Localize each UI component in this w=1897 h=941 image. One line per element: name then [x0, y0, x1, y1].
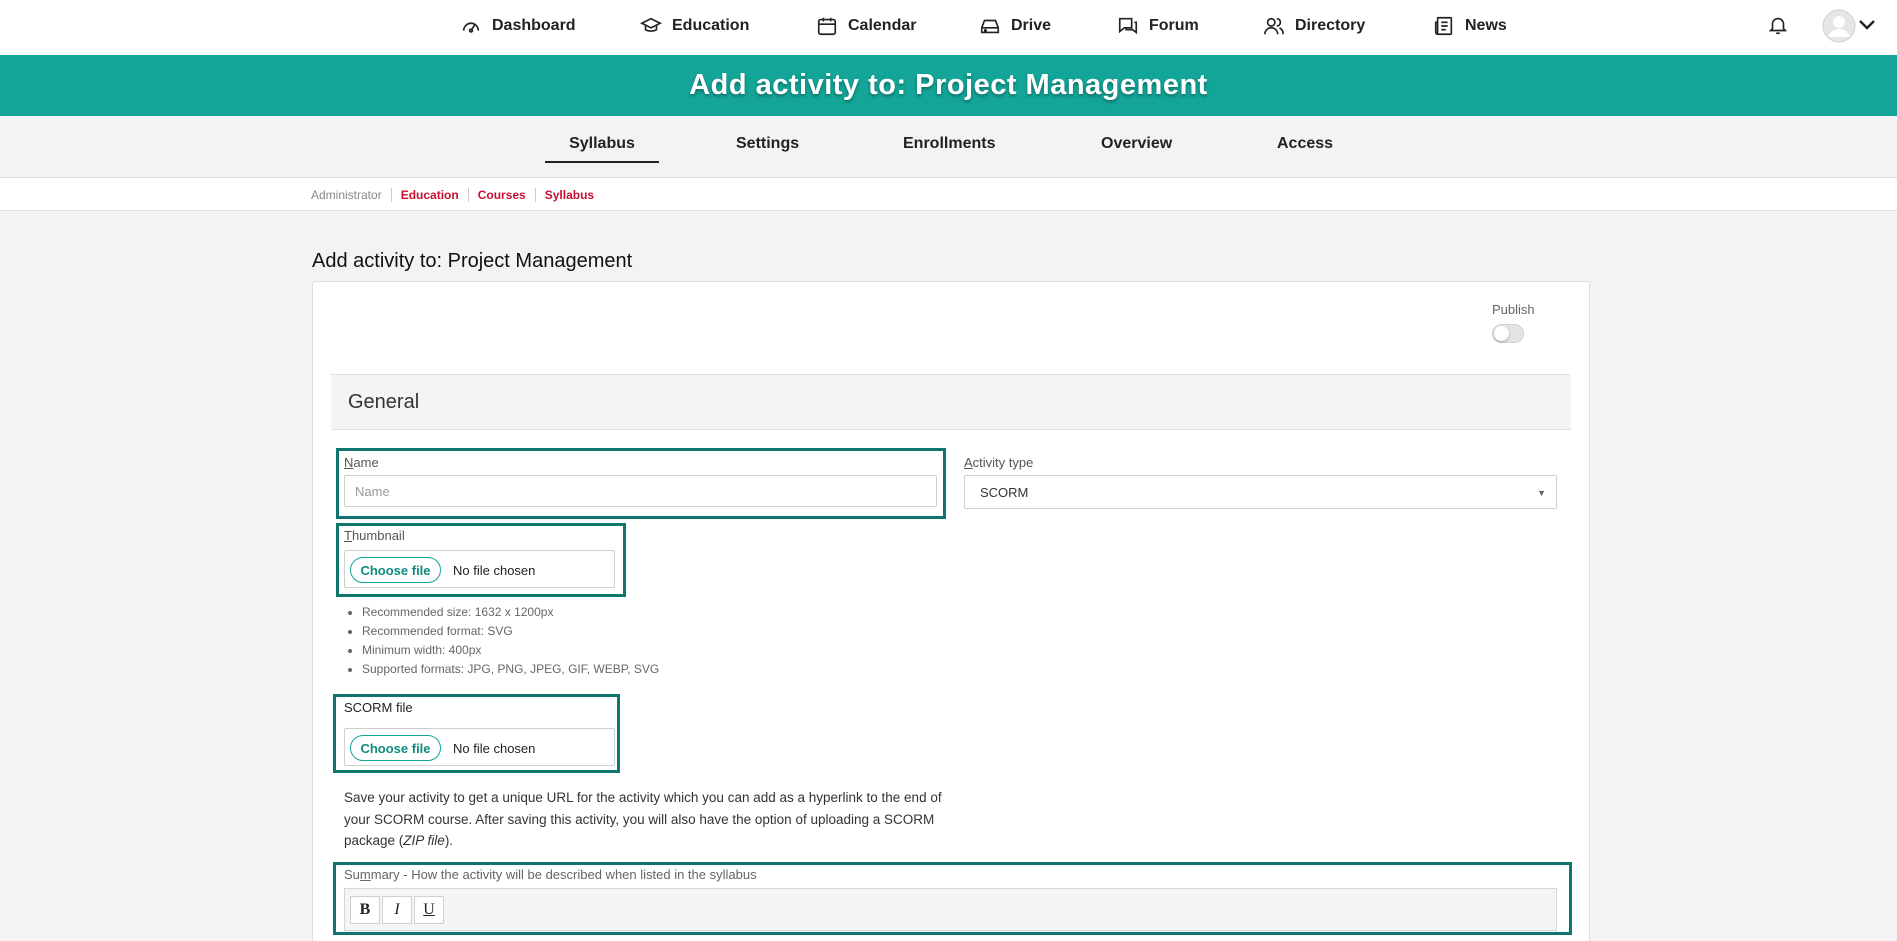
publish-label: Publish — [1492, 302, 1535, 317]
activity-type-value: SCORM — [980, 485, 1029, 500]
scorm-file-status: No file chosen — [453, 741, 536, 756]
nav-education[interactable]: Education — [640, 12, 749, 40]
drive-icon — [980, 19, 1000, 34]
italic-button[interactable]: I — [382, 896, 412, 924]
list-item: Recommended format: SVG — [362, 622, 659, 641]
publish-toggle[interactable] — [1492, 324, 1524, 343]
page-banner: Add activity to: Project Management — [0, 55, 1897, 116]
list-item: Recommended size: 1632 x 1200px — [362, 603, 659, 622]
tab-syllabus[interactable]: Syllabus — [545, 135, 659, 163]
name-label: Name — [344, 455, 379, 470]
nav-education-label: Education — [672, 17, 750, 34]
breadcrumb-education[interactable]: Education — [390, 188, 468, 202]
nav-calendar-label: Calendar — [848, 17, 917, 34]
thumbnail-label-accesskey: T — [344, 528, 352, 543]
select-caret-icon: ▼ — [1537, 488, 1546, 498]
thumbnail-label: Thumbnail — [344, 528, 405, 543]
bold-button[interactable]: B — [350, 896, 380, 924]
breadcrumb-syllabus[interactable]: Syllabus — [534, 188, 603, 202]
people-icon — [1264, 17, 1284, 35]
general-section-title: General — [348, 391, 420, 413]
chevron-down-icon[interactable] — [1858, 18, 1876, 32]
forum-chat-icon — [1118, 17, 1138, 35]
breadcrumb-administrator: Administrator — [311, 188, 382, 202]
activity-type-select[interactable]: SCORM ▼ — [964, 475, 1557, 509]
summary-label-accesskey: m — [359, 867, 371, 882]
summary-label-b: mary - How the activity will be describe… — [370, 867, 757, 882]
user-avatar-icon[interactable] — [1822, 9, 1856, 43]
nav-directory-label: Directory — [1295, 17, 1366, 34]
list-item: Supported formats: JPG, PNG, JPEG, GIF, … — [362, 660, 659, 679]
publish-toggle-knob — [1494, 326, 1509, 341]
nav-directory[interactable]: Directory — [1263, 12, 1365, 40]
scorm-choose-file-button[interactable]: Choose file — [350, 735, 441, 761]
nav-calendar[interactable]: Calendar — [816, 12, 916, 40]
nav-drive-label: Drive — [1011, 17, 1052, 34]
dashboard-gauge-icon — [462, 22, 480, 33]
nav-news-label: News — [1465, 17, 1507, 34]
thumbnail-choose-file-button[interactable]: Choose file — [350, 557, 441, 583]
activity-type-label-accesskey: A — [964, 455, 973, 470]
calendar-icon — [817, 17, 837, 36]
scorm-help-text: Save your activity to get a unique URL f… — [344, 787, 944, 852]
tab-overview[interactable]: Overview — [1101, 135, 1172, 153]
thumbnail-label-text: humbnail — [351, 528, 405, 543]
underline-button[interactable]: U — [414, 896, 444, 924]
tab-access[interactable]: Access — [1277, 135, 1333, 153]
nav-news[interactable]: News — [1433, 12, 1507, 40]
list-item: Minimum width: 400px — [362, 641, 659, 660]
scorm-file-label: SCORM file — [344, 700, 413, 715]
banner-title: Add activity to: Project Management — [689, 69, 1208, 101]
name-input[interactable] — [344, 475, 937, 507]
thumbnail-file-input[interactable]: Choose file No file chosen — [344, 550, 615, 588]
nav-forum[interactable]: Forum — [1117, 12, 1199, 40]
general-section-header: General — [331, 374, 1571, 430]
top-navigation: Dashboard Education Calendar Drive Forum… — [0, 0, 1897, 55]
name-label-text: ame — [353, 455, 379, 470]
breadcrumb-bar: Administrator Education Courses Syllabus — [0, 178, 1897, 211]
newspaper-icon — [1434, 16, 1453, 36]
course-tabs: Syllabus Settings Enrollments Overview A… — [0, 116, 1897, 178]
activity-type-label-text: ctivity type — [972, 455, 1034, 470]
help-text-zip: ZIP file — [403, 833, 445, 848]
thumbnail-hints: Recommended size: 1632 x 1200px Recommen… — [362, 603, 659, 679]
summary-editor-toolbar: B I U — [344, 888, 1557, 931]
page-title: Add activity to: Project Management — [312, 250, 633, 272]
breadcrumb-courses[interactable]: Courses — [467, 188, 535, 202]
help-text-after: ). — [444, 833, 454, 848]
scorm-file-input[interactable]: Choose file No file chosen — [344, 728, 615, 766]
bell-icon[interactable] — [1767, 12, 1789, 38]
summary-label: Summary - How the activity will be descr… — [344, 867, 757, 882]
nav-dashboard[interactable]: Dashboard — [460, 12, 576, 40]
summary-label-a: Su — [344, 867, 360, 882]
activity-type-label: Activity type — [964, 455, 1033, 470]
tab-enrollments[interactable]: Enrollments — [903, 135, 995, 153]
nav-drive[interactable]: Drive — [979, 12, 1051, 40]
thumbnail-file-status: No file chosen — [453, 563, 536, 578]
nav-dashboard-label: Dashboard — [492, 17, 576, 34]
nav-forum-label: Forum — [1149, 17, 1199, 34]
breadcrumb: Administrator Education Courses Syllabus — [311, 188, 603, 202]
name-label-accesskey: N — [344, 455, 354, 470]
tab-settings[interactable]: Settings — [736, 135, 799, 153]
graduation-cap-icon — [640, 17, 662, 32]
